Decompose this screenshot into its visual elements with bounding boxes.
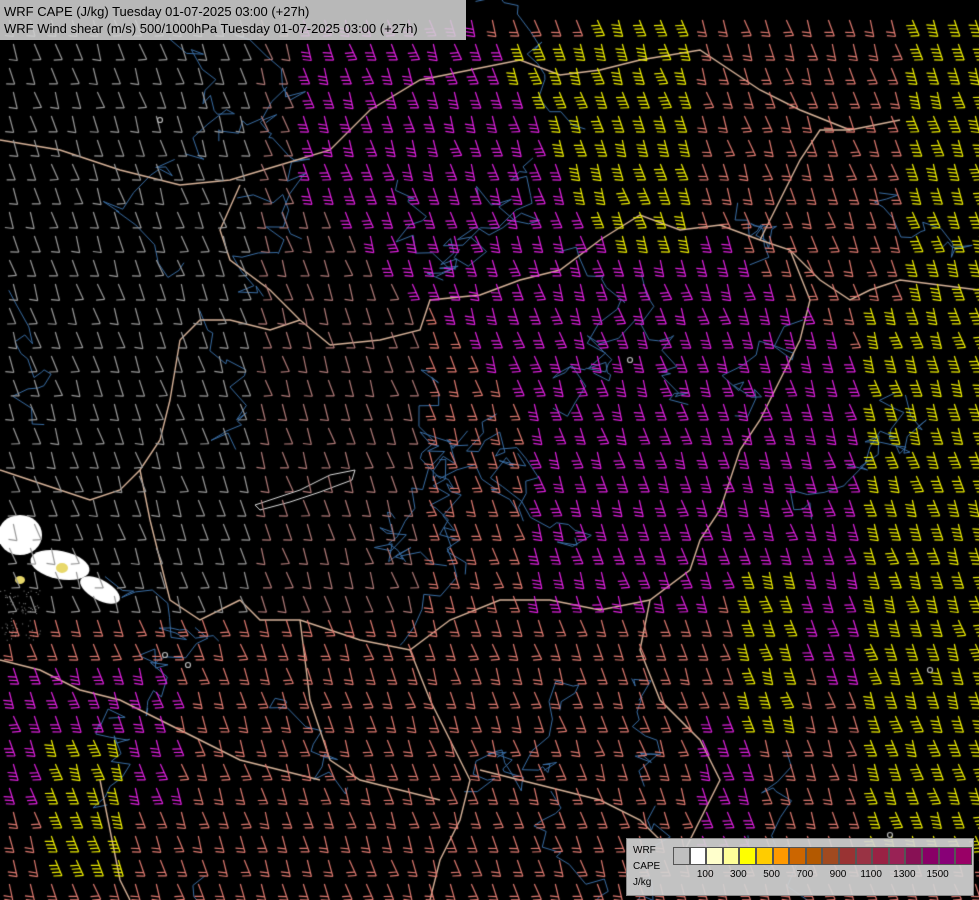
legend-swatch bbox=[805, 847, 823, 865]
legend-swatch bbox=[938, 847, 956, 865]
legend-title-unit: J/kg bbox=[633, 877, 652, 888]
legend-swatch bbox=[772, 847, 790, 865]
legend-tick-label: 1300 bbox=[893, 869, 916, 880]
legend-swatch bbox=[955, 847, 972, 865]
legend-swatch bbox=[722, 847, 740, 865]
legend-title-cape: CAPE bbox=[633, 861, 661, 872]
title-cape: WRF CAPE (J/kg) Tuesday 01-07-2025 03:00… bbox=[4, 4, 310, 19]
map-title: WRF CAPE (J/kg) Tuesday 01-07-2025 03:00… bbox=[0, 0, 466, 40]
legend-swatch bbox=[921, 847, 939, 865]
legend-tick-label: 500 bbox=[763, 869, 780, 880]
legend-swatch bbox=[822, 847, 839, 865]
legend-swatch bbox=[905, 847, 922, 865]
legend-swatches bbox=[673, 847, 972, 865]
title-wind-shear: WRF Wind shear (m/s) 500/1000hPa Tuesday… bbox=[4, 21, 418, 36]
legend-title-wrf: WRF bbox=[633, 845, 656, 856]
legend-swatch bbox=[872, 847, 889, 865]
legend-tick-label: 100 bbox=[696, 869, 714, 880]
wind-shear-map bbox=[0, 0, 979, 900]
cape-legend: WRF CAPE J/kg 100 300 500 700 900 1100 1300 150… bbox=[626, 838, 974, 896]
legend-swatch bbox=[755, 847, 773, 865]
legend-tick-label: 700 bbox=[796, 869, 814, 880]
legend-swatch bbox=[673, 847, 690, 865]
legend-swatch bbox=[838, 847, 856, 865]
legend-tick-label: 300 bbox=[730, 869, 747, 880]
legend-swatch bbox=[739, 847, 756, 865]
legend-swatch bbox=[706, 847, 723, 865]
legend-swatch bbox=[689, 847, 707, 865]
legend-tick-label: 900 bbox=[829, 869, 847, 880]
legend-tick-label: 1500 bbox=[926, 869, 949, 880]
legend-tick-label: 1100 bbox=[860, 869, 882, 880]
legend-ticks: 100 300 500 700 900 1100 1300 1500 bbox=[673, 869, 973, 883]
legend-swatch bbox=[789, 847, 806, 865]
legend-swatch bbox=[888, 847, 906, 865]
legend-swatch bbox=[855, 847, 873, 865]
